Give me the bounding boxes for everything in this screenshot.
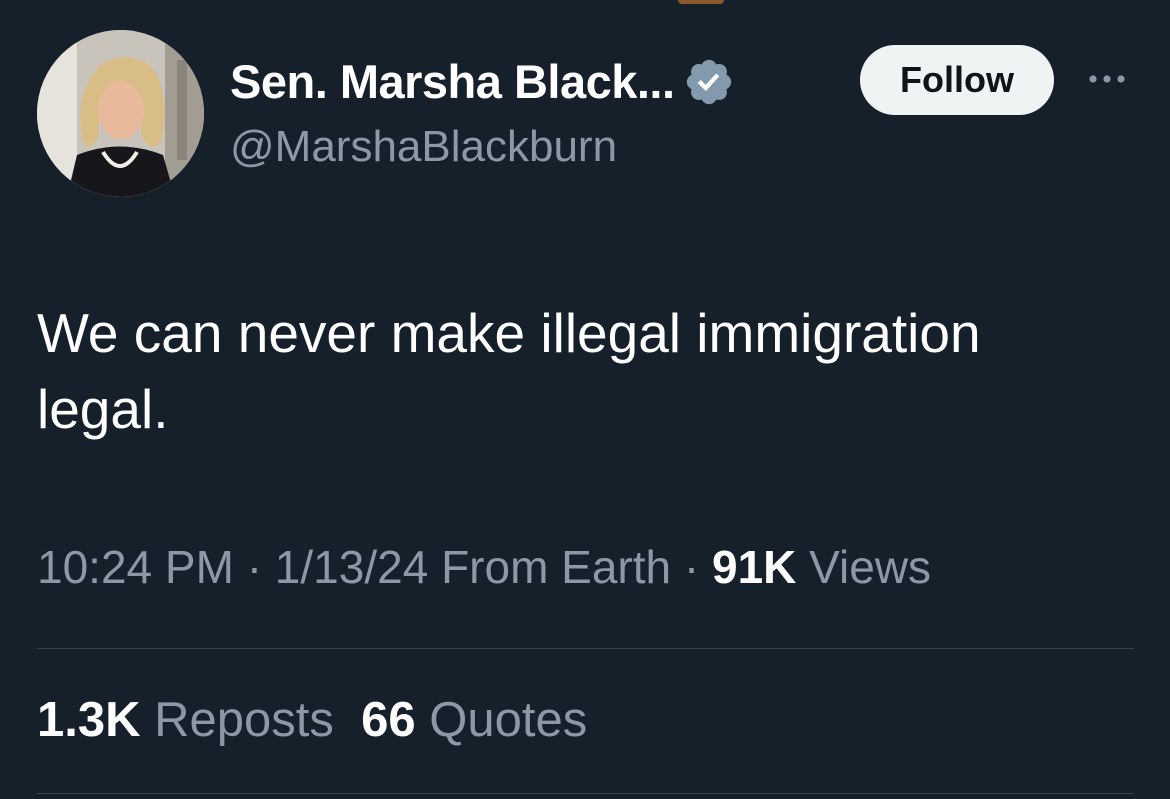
- display-name[interactable]: Sen. Marsha Black...: [230, 54, 675, 109]
- tweet-header: Sen. Marsha Black... @MarshaBlackburn Fo…: [37, 30, 1137, 200]
- reposts-stat[interactable]: 1.3K Reposts: [37, 693, 334, 747]
- follow-button[interactable]: Follow: [860, 45, 1054, 115]
- views-label: Views: [809, 541, 932, 593]
- reposts-label: Reposts: [154, 693, 334, 747]
- user-handle[interactable]: @MarshaBlackburn: [230, 122, 617, 172]
- tweet-time[interactable]: 10:24 PM: [37, 541, 234, 593]
- quotes-label: Quotes: [429, 693, 588, 747]
- quotes-count: 66: [361, 693, 416, 747]
- name-row: Sen. Marsha Black...: [230, 54, 735, 109]
- tweet-meta: 10:24 PM · 1/13/24 From Earth · 91K View…: [37, 540, 931, 594]
- reposts-count: 1.3K: [37, 693, 141, 747]
- tweet-text-line-2: legal.: [37, 378, 169, 440]
- tweet-text-line-1: We can never make illegal immigration: [37, 302, 981, 364]
- avatar-photo: [37, 30, 204, 197]
- avatar[interactable]: [37, 30, 204, 197]
- divider: [37, 793, 1134, 794]
- tweet-text: We can never make illegal immigration leg…: [37, 295, 1127, 447]
- tweet-date[interactable]: 1/13/24: [275, 541, 428, 593]
- views-count: 91K: [712, 541, 797, 593]
- meta-separator: ·: [246, 541, 263, 593]
- tweet-source: From Earth: [441, 541, 672, 593]
- verified-badge-icon[interactable]: [683, 56, 735, 108]
- quotes-stat[interactable]: 66 Quotes: [361, 693, 587, 747]
- divider: [37, 648, 1134, 649]
- top-image-edge: [678, 0, 724, 4]
- engagement-stats: 1.3K Reposts 66 Quotes: [37, 692, 587, 748]
- meta-separator: ·: [683, 541, 700, 593]
- more-horizontal-icon[interactable]: [1085, 64, 1129, 94]
